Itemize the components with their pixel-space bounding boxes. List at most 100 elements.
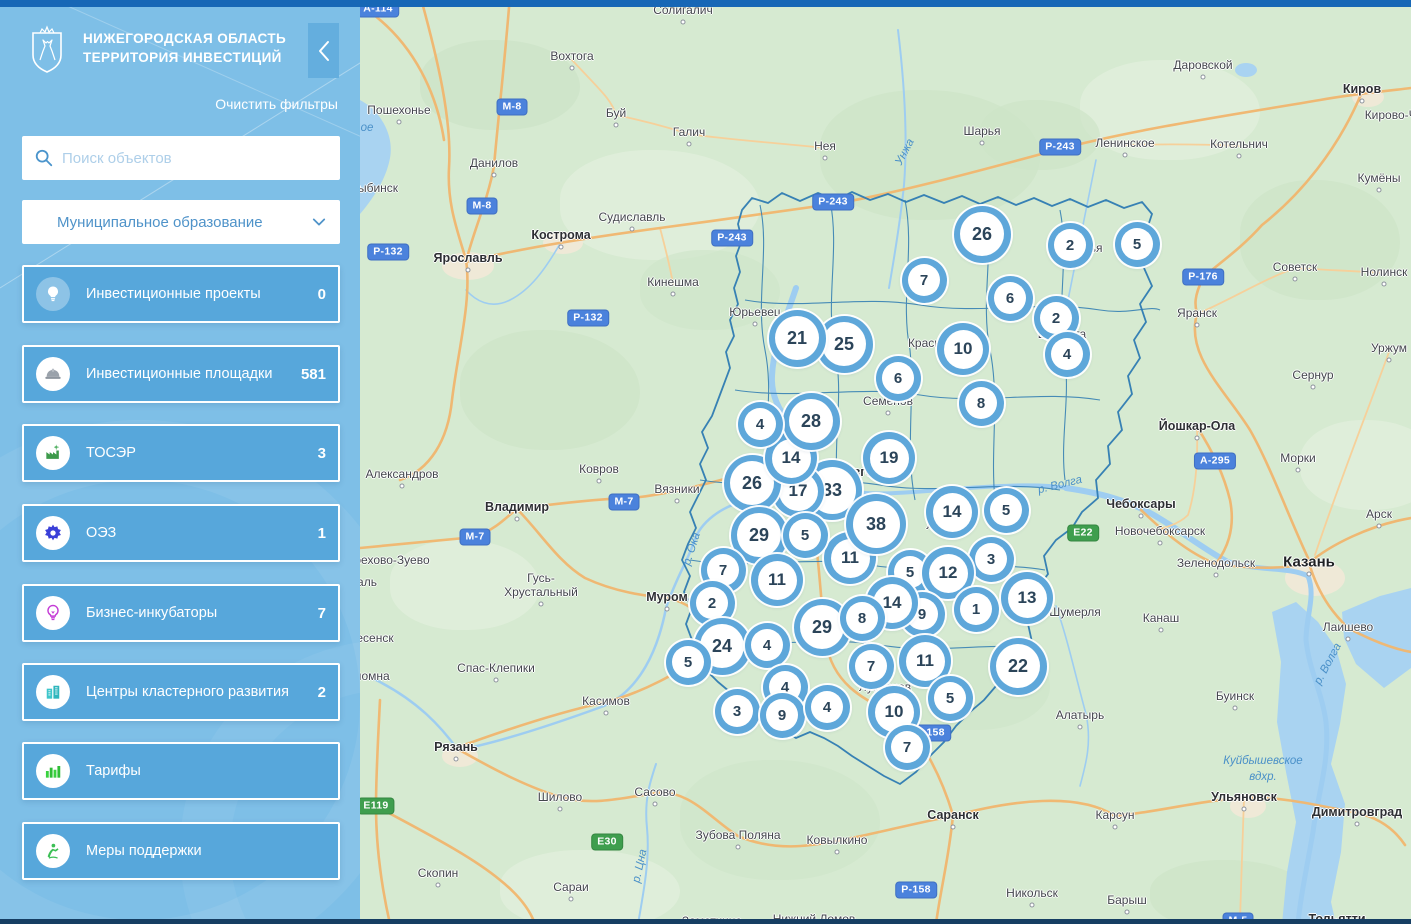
city-dot bbox=[396, 119, 402, 125]
municipality-select[interactable]: Муниципальное образование bbox=[22, 200, 340, 244]
app-title: НИЖЕГОРОДСКАЯ ОБЛАСТЬ ТЕРРИТОРИЯ ИНВЕСТИ… bbox=[83, 29, 286, 67]
city-dot bbox=[557, 806, 563, 812]
map-label: Кострома bbox=[531, 228, 591, 242]
sidebar-item-label: Инвестиционные проекты bbox=[86, 286, 261, 302]
cluster-count: 5 bbox=[1121, 228, 1153, 260]
sidebar-item-count: 2 bbox=[317, 683, 326, 701]
sidebar-collapse-button[interactable] bbox=[308, 23, 339, 78]
city-dot bbox=[1232, 705, 1238, 711]
cluster-marker[interactable]: 4 bbox=[1044, 331, 1090, 377]
cluster-marker[interactable]: 4 bbox=[804, 684, 850, 730]
city-dot bbox=[822, 155, 828, 161]
cluster-marker[interactable]: 2 bbox=[1047, 222, 1093, 268]
sidebar-item-oez[interactable]: ОЭЗ 1 bbox=[22, 504, 340, 562]
cluster-count: 21 bbox=[775, 316, 819, 360]
cluster-marker[interactable]: 4 bbox=[744, 622, 790, 668]
sidebar-item-toser[interactable]: ТОСЭР 3 bbox=[22, 424, 340, 482]
cluster-count: 3 bbox=[975, 543, 1007, 575]
map-label: рехово-Зуево bbox=[360, 553, 430, 567]
sidebar-item-support-measures[interactable]: Меры поддержки bbox=[22, 822, 340, 880]
city-dot bbox=[979, 140, 985, 146]
cluster-marker[interactable]: 7 bbox=[884, 724, 930, 770]
cluster-count: 3 bbox=[721, 695, 753, 727]
cluster-marker[interactable]: 13 bbox=[1001, 572, 1053, 624]
cluster-count: 29 bbox=[737, 513, 781, 557]
road-shield: Е119 bbox=[360, 798, 394, 814]
cluster-count: 2 bbox=[1040, 302, 1072, 334]
map-label: Чебоксары bbox=[1106, 497, 1176, 511]
cluster-marker[interactable]: 6 bbox=[875, 355, 921, 401]
cluster-count: 4 bbox=[1051, 338, 1083, 370]
sidebar-item-tariffs[interactable]: Тарифы bbox=[22, 742, 340, 800]
cluster-marker[interactable]: 38 bbox=[846, 494, 906, 554]
search-box[interactable] bbox=[22, 136, 340, 180]
city-dot bbox=[1200, 74, 1206, 80]
map-label: Саранск bbox=[927, 808, 979, 822]
sidebar-item-cluster-centers[interactable]: Центры кластерного развития 2 bbox=[22, 663, 340, 721]
cluster-marker[interactable]: 9 bbox=[759, 692, 805, 738]
cluster-marker[interactable]: 28 bbox=[782, 392, 840, 450]
sidebar-item-invest-sites[interactable]: Инвестиционные площадки 581 bbox=[22, 345, 340, 403]
cluster-marker[interactable]: 5 bbox=[983, 487, 1029, 533]
map-label: Алатырь bbox=[1055, 708, 1105, 722]
map-label: Владимир bbox=[484, 500, 550, 514]
cluster-marker[interactable]: 1 bbox=[953, 586, 999, 632]
cluster-marker[interactable]: 5 bbox=[782, 512, 828, 558]
cluster-marker[interactable]: 10 bbox=[937, 323, 989, 375]
city-dot bbox=[885, 410, 891, 416]
city-dot bbox=[491, 172, 497, 178]
cluster-count: 19 bbox=[869, 438, 909, 478]
city-dot bbox=[1194, 435, 1200, 441]
cluster-marker[interactable]: 7 bbox=[848, 643, 894, 689]
sidebar-item-label: ТОСЭР bbox=[86, 445, 136, 461]
cluster-count: 7 bbox=[891, 731, 923, 763]
city-dot bbox=[1029, 902, 1035, 908]
city-dot bbox=[1306, 571, 1312, 577]
city-dot bbox=[596, 478, 602, 484]
sidebar-item-incubators[interactable]: Бизнес-инкубаторы 7 bbox=[22, 584, 340, 642]
cluster-marker[interactable]: 5 bbox=[665, 639, 711, 685]
cluster-count: 25 bbox=[822, 322, 866, 366]
city-dot bbox=[1376, 523, 1382, 529]
map-canvas[interactable]: Солигалич Вохтога Пошехонье Буй Галич Нея Дани… bbox=[360, 0, 1411, 924]
cluster-marker[interactable]: 7 bbox=[901, 257, 947, 303]
map-label: Гусь- bbox=[527, 571, 555, 585]
map-label: Карсун bbox=[1095, 808, 1135, 822]
bar-chart-icon bbox=[36, 754, 70, 788]
sidebar: НИЖЕГОРОДСКАЯ ОБЛАСТЬ ТЕРРИТОРИЯ ИНВЕСТИ… bbox=[0, 0, 360, 924]
cluster-count: 4 bbox=[744, 408, 776, 440]
map-label: Скопин bbox=[417, 866, 459, 880]
city-dot bbox=[465, 267, 471, 273]
cluster-marker[interactable]: 19 bbox=[863, 432, 915, 484]
factory-icon bbox=[36, 436, 70, 470]
cluster-marker[interactable]: 3 bbox=[968, 536, 1014, 582]
cluster-marker[interactable]: 8 bbox=[958, 380, 1004, 426]
cluster-count: 6 bbox=[994, 282, 1026, 314]
clear-filters-link[interactable]: Очистить фильтры bbox=[215, 96, 338, 112]
sidebar-item-invest-projects[interactable]: Инвестиционные проекты 0 bbox=[22, 265, 340, 323]
cluster-marker[interactable]: 26 bbox=[953, 205, 1011, 263]
cluster-marker[interactable]: 5 bbox=[1114, 221, 1160, 267]
city-dot bbox=[950, 824, 956, 830]
cluster-marker[interactable]: 4 bbox=[737, 401, 783, 447]
road-shield: Р-132 bbox=[368, 244, 408, 260]
cluster-marker[interactable]: 3 bbox=[714, 688, 760, 734]
cluster-marker[interactable]: 8 bbox=[839, 595, 885, 641]
search-input[interactable] bbox=[62, 149, 340, 167]
cluster-marker[interactable]: 5 bbox=[927, 675, 973, 721]
cluster-marker[interactable]: 6 bbox=[987, 275, 1033, 321]
buildings-icon bbox=[36, 675, 70, 709]
cluster-marker[interactable]: 22 bbox=[989, 637, 1047, 695]
cluster-count: 26 bbox=[960, 212, 1004, 256]
city-dot bbox=[1077, 724, 1083, 730]
road-shield: А-295 bbox=[1194, 453, 1236, 469]
cluster-marker[interactable]: 21 bbox=[768, 309, 826, 367]
city-dot bbox=[1213, 572, 1219, 578]
support-person-icon bbox=[36, 834, 70, 868]
cluster-marker[interactable]: 11 bbox=[751, 554, 803, 606]
map-label: Нолинск bbox=[1360, 265, 1408, 279]
sidebar-item-count: 3 bbox=[317, 444, 326, 462]
cluster-marker[interactable]: 14 bbox=[926, 486, 978, 538]
map-label: Шилово bbox=[537, 790, 583, 804]
map-label: Пошехонье bbox=[367, 103, 431, 117]
